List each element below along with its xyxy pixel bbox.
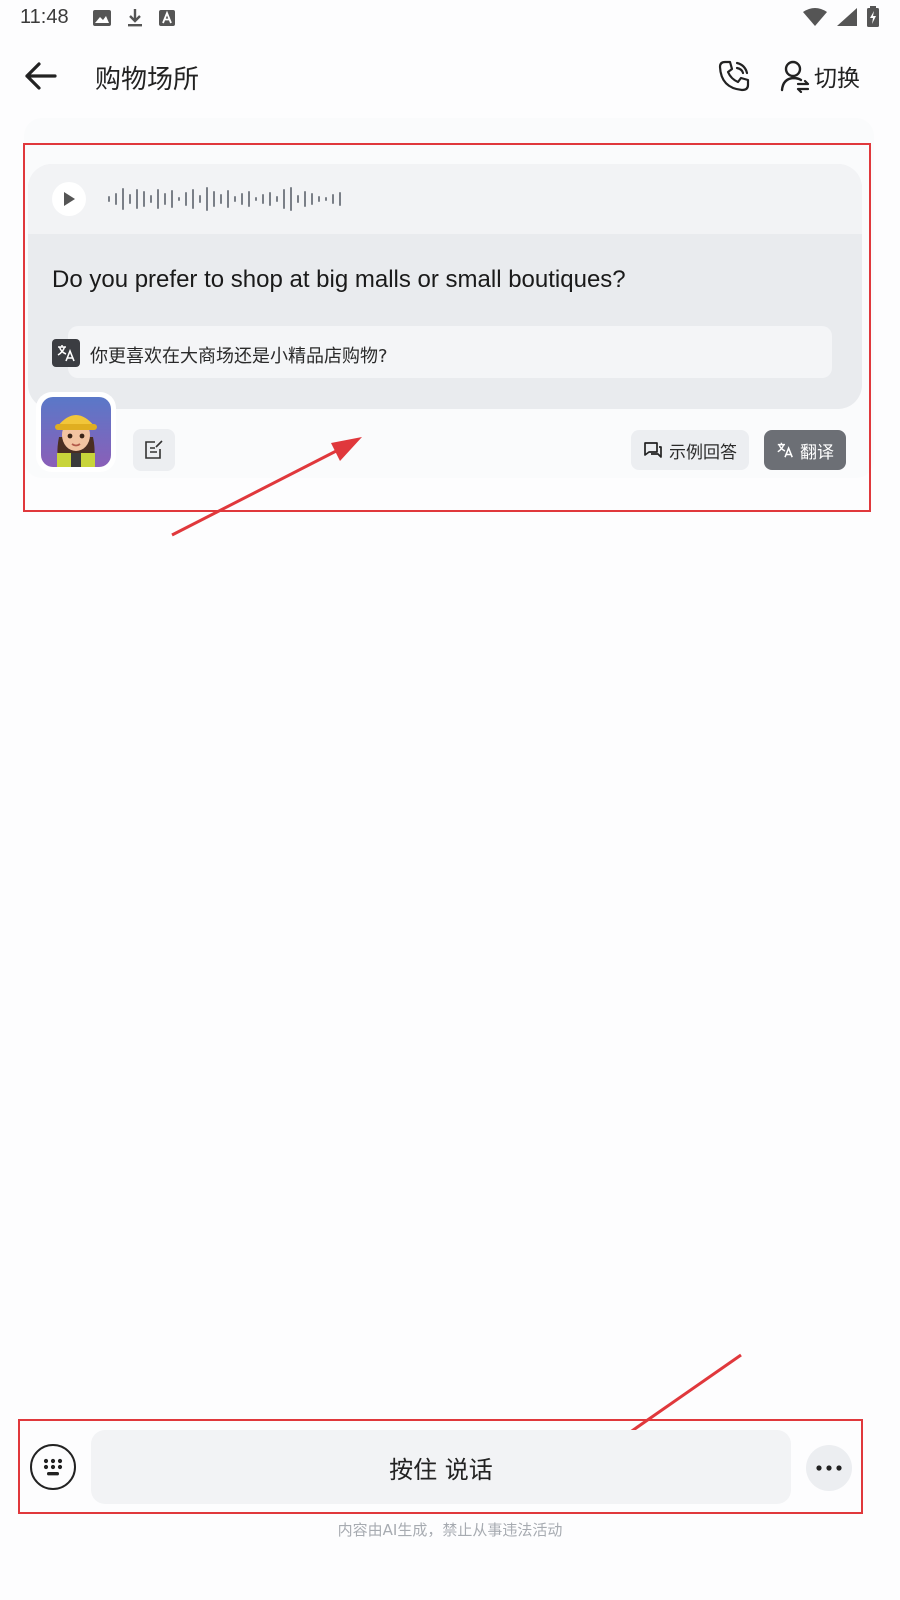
signal-icon: [837, 8, 857, 26]
more-button[interactable]: [806, 1445, 852, 1491]
keyboard-icon: [43, 1458, 63, 1476]
switch-label: 切换: [814, 66, 860, 92]
status-time: 11:48: [20, 6, 69, 28]
keyboard-button[interactable]: [30, 1444, 76, 1490]
status-notification-icons: [92, 8, 176, 28]
phone-icon: [718, 60, 750, 92]
back-button[interactable]: [20, 56, 60, 96]
top-bar: 购物场所 切换: [0, 44, 900, 108]
page-title: 购物场所: [95, 65, 200, 95]
chat-screen: 11:48 购物场所 切换 Do you prefer to shop at b…: [0, 0, 900, 1600]
switch-role-button[interactable]: 切换: [780, 54, 860, 98]
status-bar: 11:48: [0, 0, 900, 36]
text-icon: [159, 10, 175, 26]
status-system-icons: [802, 6, 880, 28]
call-button[interactable]: [714, 56, 754, 96]
hold-to-talk-button[interactable]: 按住 说话: [91, 1430, 791, 1504]
more-horizontal-icon: [816, 1465, 842, 1471]
annotation-box-message: [23, 143, 871, 512]
battery-charging-icon: [867, 6, 879, 27]
wifi-icon: [803, 8, 827, 26]
download-icon: [128, 9, 142, 27]
image-icon: [93, 10, 111, 26]
input-bar: 按住 说话: [0, 1420, 900, 1516]
arrow-left-icon: [25, 62, 57, 90]
ai-disclaimer: 内容由AI生成，禁止从事违法活动: [337, 1521, 563, 1539]
user-switch-icon: [780, 60, 810, 93]
